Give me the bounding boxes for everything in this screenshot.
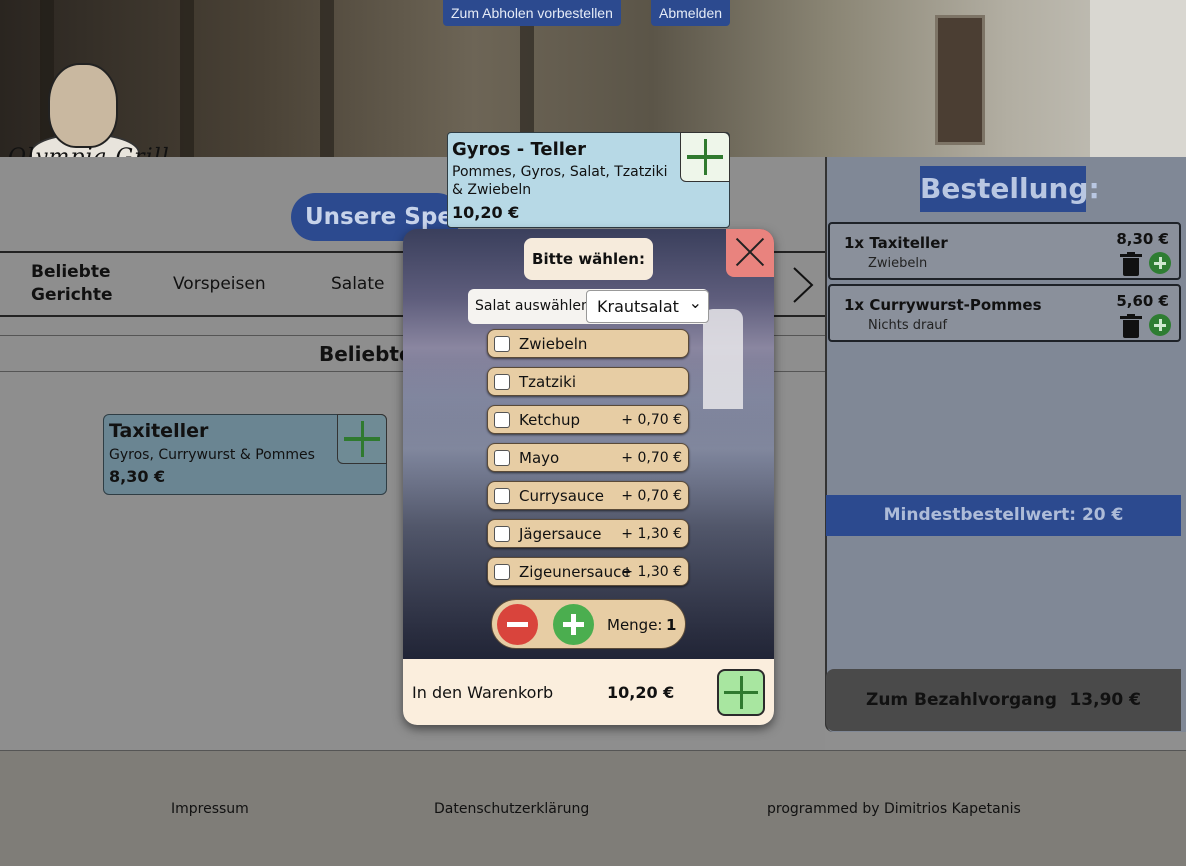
quantity-value: 1 bbox=[666, 616, 677, 634]
order-item-price: 5,60 € bbox=[1116, 292, 1169, 310]
banner-beam bbox=[320, 0, 334, 157]
category-popular[interactable]: Beliebte Gerichte bbox=[31, 253, 121, 315]
order-total: 13,90 € bbox=[1069, 690, 1141, 710]
dish-name: Gyros - Teller bbox=[452, 139, 586, 160]
banner-beam bbox=[180, 0, 194, 157]
plus-icon bbox=[681, 133, 729, 181]
add-to-cart-price: 10,20 € bbox=[607, 683, 675, 702]
add-to-cart-label: In den Warenkorb bbox=[412, 683, 554, 702]
decrease-quantity-button[interactable] bbox=[497, 604, 538, 645]
salad-select-row: Salat auswählen: Krautsalat bbox=[468, 287, 709, 324]
add-dish-button[interactable] bbox=[337, 414, 387, 464]
pickup-preorder-button[interactable]: Zum Abholen vorbestellen bbox=[443, 0, 621, 26]
order-item: 1x Taxiteller Zwiebeln 8,30 € bbox=[828, 222, 1181, 280]
option-label: Tzatziki bbox=[519, 373, 577, 391]
option-zigeunersauce[interactable]: Zigeunersauce + 1,30 € bbox=[487, 557, 689, 586]
minimum-order-notice: Mindestbestellwert: 20 € bbox=[826, 495, 1181, 536]
quantity-label: Menge: bbox=[607, 616, 663, 634]
plus-circle-icon[interactable] bbox=[1149, 252, 1171, 274]
option-jaegersauce[interactable]: Jägersauce + 1,30 € bbox=[487, 519, 689, 548]
banner-wall bbox=[1090, 0, 1186, 157]
dish-description: Pommes, Gyros, Salat, Tzatziki & Zwiebel… bbox=[452, 164, 668, 198]
add-dish-button[interactable] bbox=[680, 132, 730, 182]
option-mayo[interactable]: Mayo + 0,70 € bbox=[487, 443, 689, 472]
checkbox[interactable] bbox=[494, 564, 510, 580]
option-extra-price: + 0,70 € bbox=[621, 450, 682, 466]
credit-text: programmed by Dimitrios Kapetanis bbox=[767, 801, 1021, 817]
category-starters[interactable]: Vorspeisen bbox=[173, 253, 266, 315]
checkbox[interactable] bbox=[494, 488, 510, 504]
checkbox[interactable] bbox=[494, 450, 510, 466]
logo-face bbox=[48, 63, 118, 148]
checkbox[interactable] bbox=[494, 336, 510, 352]
chevron-right-icon[interactable] bbox=[790, 266, 816, 304]
dish-description: Gyros, Currywurst & Pommes bbox=[109, 447, 315, 463]
checkbox[interactable] bbox=[494, 374, 510, 390]
dish-card-taxiteller[interactable]: Taxiteller Gyros, Currywurst & Pommes 8,… bbox=[103, 414, 387, 495]
dish-name: Taxiteller bbox=[109, 420, 209, 442]
option-label: Jägersauce bbox=[519, 525, 602, 543]
option-label: Currysauce bbox=[519, 487, 604, 505]
option-ketchup[interactable]: Ketchup + 0,70 € bbox=[487, 405, 689, 434]
trash-icon[interactable] bbox=[1120, 252, 1142, 276]
option-label: Zwiebeln bbox=[519, 335, 588, 353]
order-item: 1x Currywurst-Pommes Nichts drauf 5,60 € bbox=[828, 284, 1181, 342]
option-zwiebeln[interactable]: Zwiebeln bbox=[487, 329, 689, 358]
dish-price: 10,20 € bbox=[452, 203, 520, 222]
plus-icon bbox=[338, 415, 386, 463]
option-label: Ketchup bbox=[519, 411, 580, 429]
logout-button[interactable]: Abmelden bbox=[651, 0, 731, 26]
order-item-note: Zwiebeln bbox=[868, 256, 928, 271]
checkbox[interactable] bbox=[494, 526, 510, 542]
close-icon[interactable] bbox=[726, 229, 774, 277]
trash-icon[interactable] bbox=[1120, 314, 1142, 338]
footer: Impressum Datenschutzerklärung programme… bbox=[0, 750, 1186, 866]
privacy-link[interactable]: Datenschutzerklärung bbox=[434, 801, 589, 817]
category-salads[interactable]: Salate bbox=[331, 253, 384, 315]
checkout-button[interactable]: Zum Bezahlvorgang 13,90 € bbox=[826, 669, 1181, 731]
order-item-name: 1x Taxiteller bbox=[844, 234, 948, 252]
banner-door bbox=[935, 15, 985, 145]
add-to-cart-button[interactable] bbox=[717, 669, 765, 716]
increase-quantity-button[interactable] bbox=[553, 604, 594, 645]
option-extra-price: + 0,70 € bbox=[621, 488, 682, 504]
plus-icon bbox=[719, 671, 763, 714]
order-item-price: 8,30 € bbox=[1116, 230, 1169, 248]
option-tzatziki[interactable]: Tzatziki bbox=[487, 367, 689, 396]
option-currysauce[interactable]: Currysauce + 0,70 € bbox=[487, 481, 689, 510]
option-label: Zigeunersauce bbox=[519, 563, 631, 581]
plus-circle-icon[interactable] bbox=[1149, 314, 1171, 336]
dish-card-gyros[interactable]: Gyros - Teller Pommes, Gyros, Salat, Tza… bbox=[447, 132, 730, 228]
salad-select-label: Salat auswählen: bbox=[475, 298, 595, 314]
checkout-label: Zum Bezahlvorgang bbox=[866, 690, 1057, 710]
order-item-note: Nichts drauf bbox=[868, 318, 948, 333]
salad-select[interactable]: Krautsalat bbox=[586, 287, 709, 323]
option-extra-price: + 0,70 € bbox=[621, 412, 682, 428]
option-extra-price: + 1,30 € bbox=[621, 526, 682, 542]
checkbox[interactable] bbox=[494, 412, 510, 428]
modal-title: Bitte wählen: bbox=[524, 238, 653, 280]
impressum-link[interactable]: Impressum bbox=[171, 801, 249, 817]
order-title: Bestellung: bbox=[920, 166, 1100, 212]
dish-price: 8,30 € bbox=[109, 467, 166, 486]
modal-background-windmill bbox=[703, 309, 743, 409]
order-item-name: 1x Currywurst-Pommes bbox=[844, 296, 1042, 314]
option-label: Mayo bbox=[519, 449, 560, 467]
option-extra-price: + 1,30 € bbox=[621, 564, 682, 580]
